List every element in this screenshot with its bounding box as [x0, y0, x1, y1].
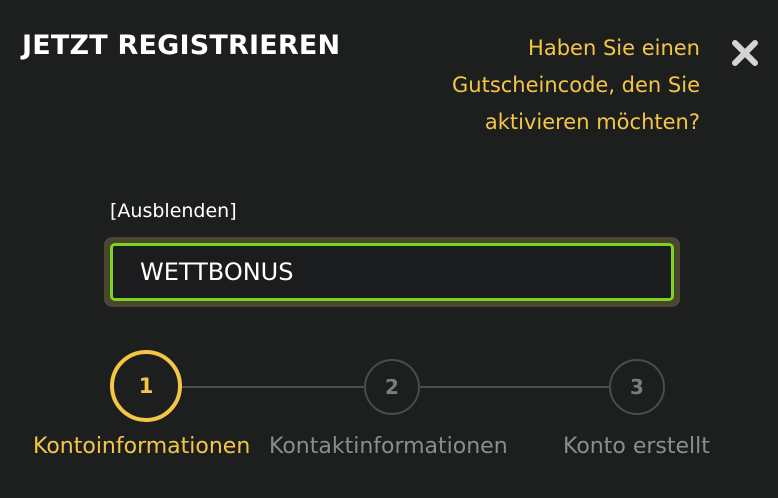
close-icon: [732, 40, 758, 66]
voucher-input-wrapper: [104, 237, 680, 307]
voucher-code-input[interactable]: [110, 243, 674, 301]
step-3-label: Konto erstellt: [563, 434, 710, 459]
page-title: JETZT REGISTRIEREN: [22, 30, 341, 61]
step-2-label: Kontaktinformationen: [269, 434, 508, 459]
voucher-code-link[interactable]: Haben Sie einen Gutscheincode, den Sie a…: [400, 30, 700, 141]
hide-voucher-link[interactable]: [Ausblenden]: [110, 200, 237, 222]
step-1-label: Kontoinformationen: [33, 434, 251, 459]
close-button[interactable]: [730, 38, 762, 70]
progress-connector-1: [182, 386, 364, 388]
step-3-circle: 3: [609, 359, 665, 415]
step-2-circle: 2: [364, 359, 420, 415]
step-1-circle: 1: [110, 350, 182, 422]
progress-connector-2: [420, 386, 609, 388]
